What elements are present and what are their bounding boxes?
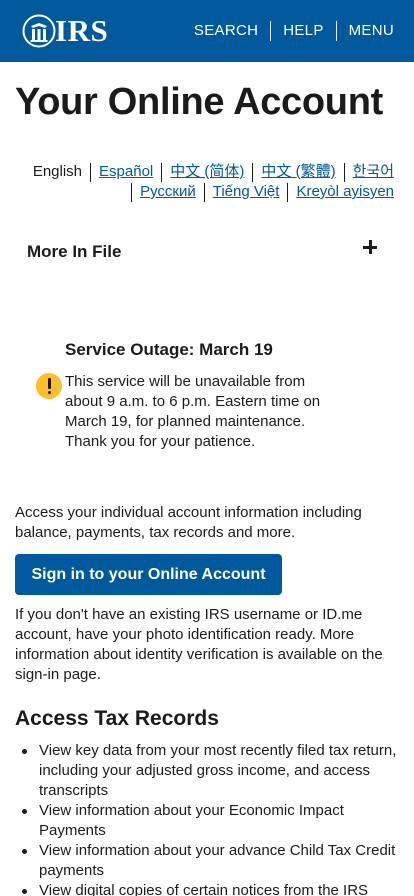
nav-divider (270, 21, 272, 41)
language-row: Русский Tiếng Việt Kreyòl ayisyen (14, 182, 394, 202)
sign-in-button[interactable]: Sign in to your Online Account (15, 554, 282, 595)
nav-divider (335, 21, 337, 41)
language-divider (252, 162, 254, 182)
list-item: View information about your Economic Imp… (15, 801, 405, 841)
alert-heading: Service Outage: March 19 (65, 340, 273, 359)
page-title: Your Online Account (15, 81, 383, 123)
language-selector: English Español 中文 (简体) 中文 (繁體) 한국어 Русс… (14, 162, 394, 202)
list-item: View information about your advance Chil… (15, 841, 405, 881)
logo-text: IRS (55, 13, 109, 48)
site-header: IRS SEARCH HELP MENU (0, 0, 414, 62)
language-link-chinese-simplified[interactable]: 中文 (简体) (170, 162, 244, 182)
language-divider (161, 162, 163, 182)
exclamation-icon (36, 373, 62, 399)
nav-menu-button[interactable]: MENU (349, 20, 394, 42)
language-divider (131, 182, 133, 202)
language-link-chinese-traditional[interactable]: 中文 (繁體) (261, 162, 335, 182)
language-link-korean[interactable]: 한국어 (353, 162, 394, 182)
irs-logo[interactable]: IRS (22, 14, 108, 48)
tax-records-list: View key data from your most recently fi… (15, 741, 405, 896)
more-in-file-accordion[interactable]: More In File (15, 236, 399, 268)
nav-search-link[interactable]: SEARCH (194, 20, 258, 42)
header-nav: SEARCH HELP MENU (194, 20, 394, 42)
alert-body: This service will be unavailable from ab… (65, 373, 321, 450)
nav-help-link[interactable]: HELP (283, 20, 323, 42)
language-divider (287, 182, 289, 202)
intro-text: Access your individual account informati… (15, 504, 362, 541)
language-link-vietnamese[interactable]: Tiếng Việt (213, 182, 280, 202)
access-tax-records-heading: Access Tax Records (15, 707, 219, 730)
plus-icon[interactable] (363, 240, 377, 254)
language-link-haitian-creole[interactable]: Kreyòl ayisyen (296, 182, 394, 202)
list-item: View digital copies of certain notices f… (15, 881, 405, 896)
language-divider (203, 182, 205, 202)
language-link-russian[interactable]: Русский (140, 182, 196, 202)
list-item: View key data from your most recently fi… (15, 741, 405, 801)
language-divider (343, 162, 345, 182)
language-current-english: English (32, 163, 83, 180)
identity-help-text: If you don't have an existing IRS userna… (15, 606, 383, 683)
accordion-title: More In File (27, 242, 122, 261)
irs-eagle-logo-icon (22, 14, 56, 48)
language-row: English Español 中文 (简体) 中文 (繁體) 한국어 (14, 162, 394, 182)
language-divider (90, 162, 92, 182)
language-link-spanish[interactable]: Español (99, 162, 153, 182)
